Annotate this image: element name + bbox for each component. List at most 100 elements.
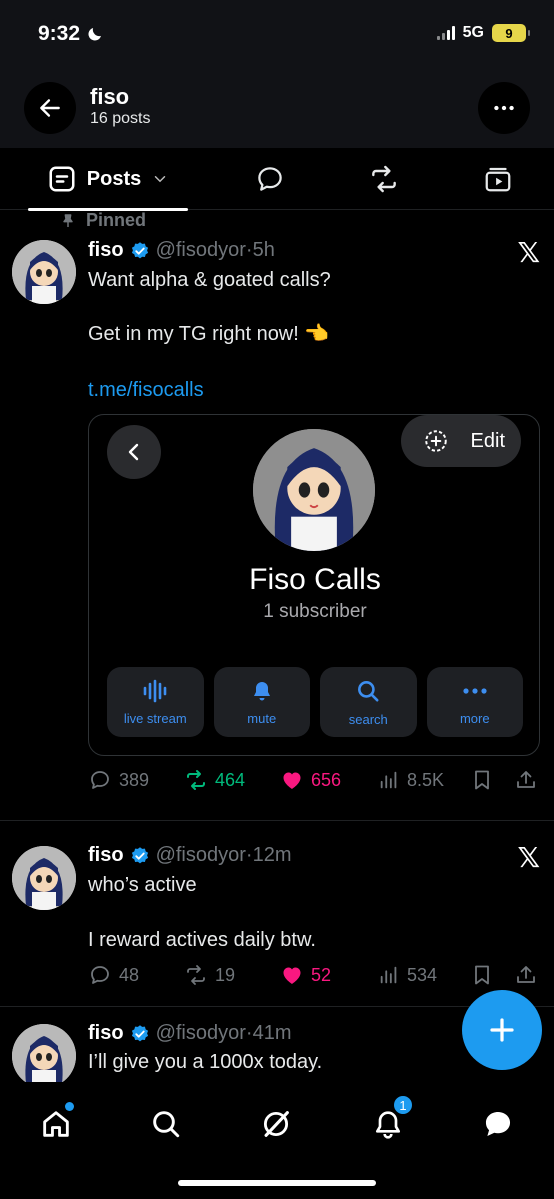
status-time: 9:32	[38, 22, 104, 46]
tab-posts[interactable]: Posts	[28, 148, 188, 211]
status-bar: 9:32 5G 9	[0, 0, 554, 70]
repost-icon	[187, 770, 205, 790]
search-icon	[153, 1111, 180, 1138]
reply-bubble-icon	[258, 167, 282, 191]
clock-text: 9:32	[38, 22, 81, 45]
meta-separator: ·	[245, 844, 253, 866]
reply-button[interactable]: 389	[88, 768, 149, 792]
card-back-button[interactable]	[107, 425, 161, 479]
verified-badge-icon	[131, 1024, 148, 1041]
back-button[interactable]	[24, 82, 76, 134]
views-button[interactable]: 8.5K	[378, 769, 444, 791]
like-button[interactable]: 52	[280, 963, 331, 987]
mute-button[interactable]: mute	[213, 667, 310, 737]
grok-icon	[263, 1111, 289, 1137]
tab-posts-label: Posts	[86, 167, 142, 190]
profile-tabs: Posts	[0, 148, 554, 211]
pinned-indicator: Pinned	[60, 210, 146, 231]
reply-icon	[91, 966, 109, 984]
tab-replies[interactable]	[240, 148, 300, 210]
like-button[interactable]: 656	[280, 768, 341, 792]
post-actions: 48 19 52 534	[88, 960, 540, 990]
share-button[interactable]	[514, 963, 538, 987]
search-label: search	[348, 711, 388, 727]
live-stream-button[interactable]: live stream	[107, 667, 204, 737]
post-time: 5h	[252, 239, 275, 261]
link-preview-card[interactable]: Edit Fiso Calls 1 subscriber live stream	[88, 414, 540, 756]
repost-icon	[187, 965, 205, 985]
author-handle[interactable]: @fisodyor	[156, 844, 246, 867]
post-text-line1: Want alpha & goated calls?	[88, 269, 331, 291]
more-dots-icon	[463, 687, 487, 694]
avatar[interactable]	[12, 240, 76, 304]
post-count: 16 posts	[90, 110, 151, 127]
share-button[interactable]	[514, 768, 538, 792]
nav-notifications[interactable]: 1	[360, 1094, 416, 1152]
x-logo-icon: 𝕏	[517, 236, 540, 269]
repost-count: 19	[215, 964, 236, 985]
more-options-button[interactable]	[478, 82, 530, 134]
tab-media[interactable]	[468, 148, 528, 210]
arrow-left-icon	[40, 99, 60, 117]
post-link[interactable]: t.me/fisocalls	[88, 378, 204, 402]
meta-separator: ·	[245, 239, 253, 261]
edit-label: Edit	[470, 429, 505, 452]
post-icon	[49, 166, 75, 192]
views-button[interactable]: 534	[378, 964, 437, 986]
author-handle[interactable]: @fisodyor	[156, 239, 246, 262]
repost-icon	[372, 165, 396, 193]
status-right: 5G 9	[436, 24, 530, 42]
compose-button[interactable]	[462, 990, 542, 1070]
bookmark-button[interactable]	[470, 963, 494, 987]
chevron-down-icon[interactable]	[151, 170, 169, 188]
post-text-line1: I’ll give you a 1000x today.	[88, 1051, 323, 1073]
battery-level: 9	[505, 25, 513, 41]
post-actions: 389 464 656 8.5K	[88, 765, 540, 795]
post-divider	[0, 820, 554, 821]
pinned-label: Pinned	[86, 210, 147, 230]
repost-button[interactable]: 464	[184, 768, 245, 792]
search-button[interactable]: search	[320, 667, 417, 737]
home-icon	[43, 1111, 69, 1137]
post-text-line2: I reward actives daily btw.	[88, 929, 316, 951]
avatar[interactable]	[12, 1024, 76, 1088]
card-edit-button[interactable]: Edit	[401, 415, 521, 467]
notifications-badge: 1	[392, 1094, 414, 1116]
author-name[interactable]: fiso	[88, 1022, 124, 1045]
nav-grok[interactable]	[248, 1096, 304, 1152]
profile-header: fiso 16 posts	[0, 70, 554, 148]
channel-actions: live stream mute search more	[107, 667, 523, 737]
reply-button[interactable]: 48	[88, 963, 139, 987]
share-icon	[517, 771, 535, 788]
repost-button[interactable]: 19	[184, 963, 235, 987]
author-name[interactable]: fiso	[88, 239, 124, 262]
avatar[interactable]	[12, 846, 76, 910]
repost-count: 464	[215, 769, 246, 790]
network-label: 5G	[462, 24, 484, 41]
nav-home[interactable]	[28, 1096, 84, 1152]
live-stream-icon	[143, 679, 167, 702]
more-button[interactable]: more	[426, 667, 523, 737]
nav-messages[interactable]	[470, 1096, 526, 1152]
like-count: 52	[311, 964, 332, 985]
post-meta: fiso @fisodyor · 12m	[88, 844, 291, 867]
chat-bubble-icon	[485, 1111, 511, 1137]
home-unread-dot	[65, 1102, 74, 1111]
author-handle[interactable]: @fisodyor	[156, 1022, 246, 1045]
bookmark-button[interactable]	[470, 768, 494, 792]
battery-icon: 9	[492, 24, 530, 42]
nav-search[interactable]	[138, 1096, 194, 1152]
tab-reposts[interactable]	[354, 148, 414, 210]
channel-subscribers: 1 subscriber	[263, 601, 367, 622]
avatar-image	[12, 1024, 76, 1088]
verified-badge-icon	[131, 846, 148, 863]
video-icon	[485, 167, 511, 192]
home-indicator	[178, 1180, 376, 1186]
add-circle-icon	[424, 430, 447, 452]
avatar-image	[12, 240, 76, 304]
reply-count: 48	[119, 964, 140, 985]
share-icon	[517, 966, 535, 983]
moon-icon	[88, 28, 102, 41]
author-name[interactable]: fiso	[88, 844, 124, 867]
search-icon	[358, 680, 379, 702]
